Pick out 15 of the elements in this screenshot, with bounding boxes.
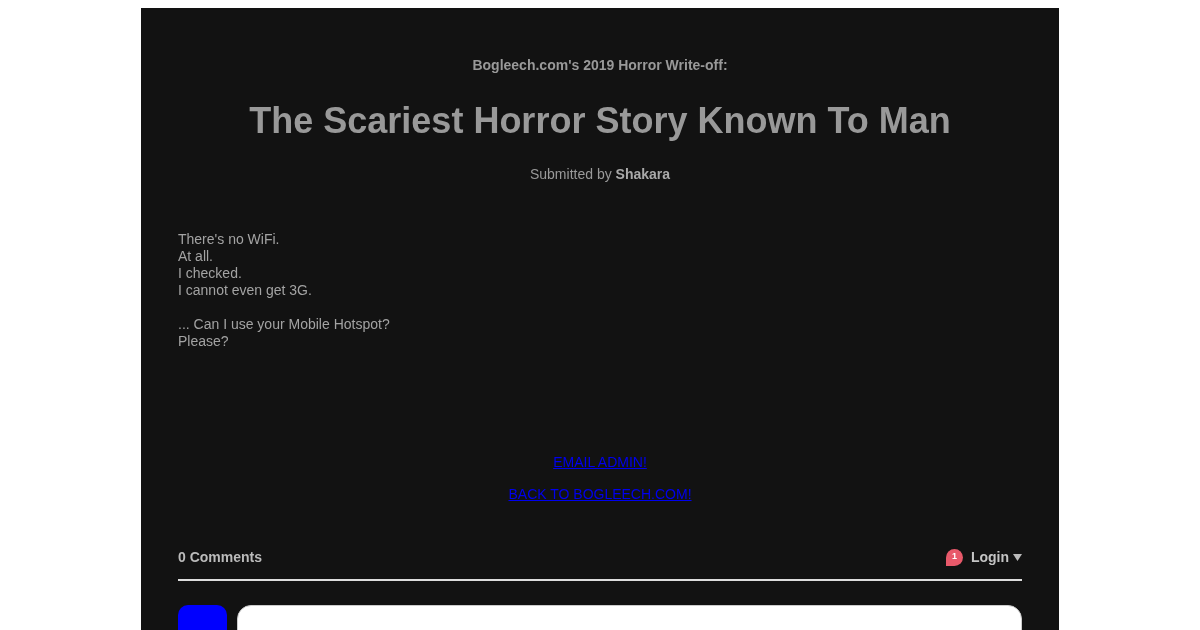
story-line: Please? <box>178 333 229 350</box>
story-title: The Scariest Horror Story Known To Man <box>249 100 951 142</box>
text-link[interactable]: BACK TO BOGLEECH.COM! <box>508 484 692 504</box>
story-line: There's no WiFi. <box>178 231 280 248</box>
story-line: I checked. <box>178 265 242 282</box>
story-line: At all. <box>178 248 213 265</box>
story-line: I cannot even get 3G. <box>178 282 312 299</box>
login-button[interactable]: Login <box>970 547 1022 567</box>
byline-text: Submitted by Shakara <box>529 165 671 184</box>
text-link[interactable]: EMAIL ADMIN! <box>553 452 647 472</box>
caret-icon <box>1013 553 1022 561</box>
comments-count: 0 Comments <box>178 548 263 567</box>
story-line: ... Can I use your Mobile Hotspot? <box>178 316 390 333</box>
event-heading: Bogleech.com's 2019 Horror Write-off: <box>472 56 728 75</box>
notification-badge[interactable]: 1 <box>945 548 963 566</box>
